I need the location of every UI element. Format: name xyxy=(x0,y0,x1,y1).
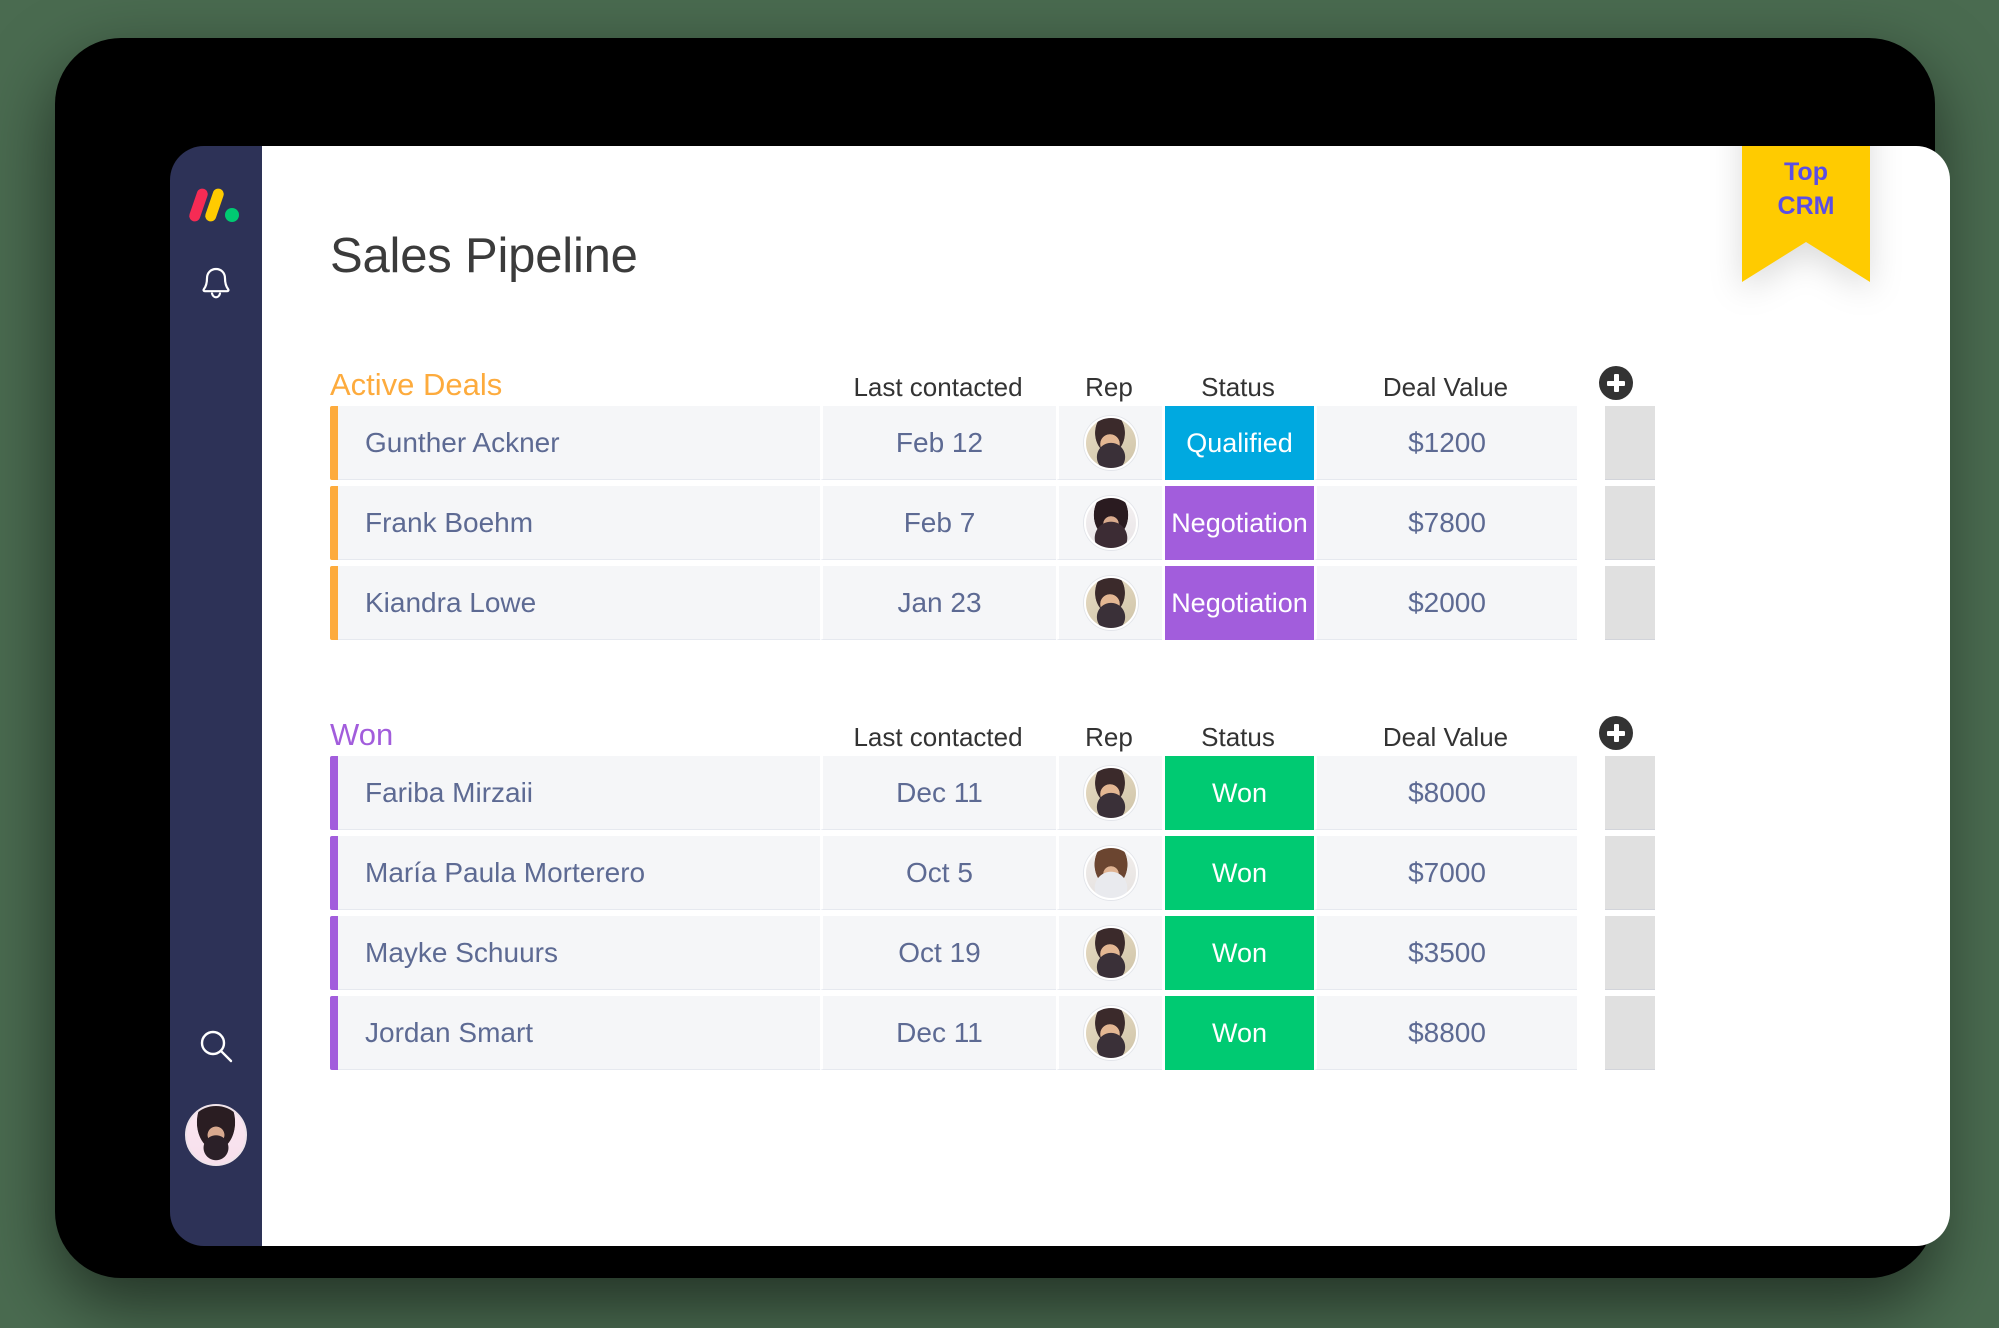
device-frame: 2019 Top CRM Sales Pipeline Active Deals… xyxy=(55,38,1950,1278)
column-header-last-contacted: Last contacted xyxy=(853,372,1023,402)
cell-last-contacted[interactable]: Dec 11 xyxy=(820,996,1056,1070)
row-accent xyxy=(330,916,338,990)
cell-rep[interactable] xyxy=(1056,486,1162,560)
cell-rep[interactable] xyxy=(1056,566,1162,640)
cell-deal-value[interactable]: $1200 xyxy=(1314,406,1577,480)
cell-last-contacted[interactable]: Oct 19 xyxy=(820,916,1056,990)
cell-status[interactable]: Won xyxy=(1162,916,1314,990)
device-screen: 2019 Top CRM Sales Pipeline Active Deals… xyxy=(170,146,1950,1246)
cell-deal-name[interactable]: María Paula Morterero xyxy=(338,836,820,910)
rep-avatar xyxy=(1083,925,1138,980)
table-row[interactable]: Frank Boehm Feb 7 Negotiation $7800 xyxy=(330,486,1888,560)
cell-placeholder[interactable] xyxy=(1605,916,1655,990)
cell-rep[interactable] xyxy=(1056,836,1162,910)
cell-last-contacted[interactable]: Oct 5 xyxy=(820,836,1056,910)
badge-top: Top xyxy=(1784,157,1828,186)
cell-status[interactable]: Negotiation xyxy=(1162,566,1314,640)
cell-deal-name[interactable]: Gunther Ackner xyxy=(338,406,820,480)
rep-avatar xyxy=(1083,495,1138,550)
search-icon[interactable] xyxy=(196,1026,236,1066)
cell-status[interactable]: Won xyxy=(1162,996,1314,1070)
group-header: Active Deals Last contacted Rep Status D… xyxy=(330,354,1888,400)
cell-deal-value[interactable]: $8800 xyxy=(1314,996,1577,1070)
cell-placeholder[interactable] xyxy=(1605,566,1655,640)
group-won: Won Last contacted Rep Status Deal Value… xyxy=(330,704,1888,1070)
cell-last-contacted[interactable]: Feb 12 xyxy=(820,406,1056,480)
cell-placeholder[interactable] xyxy=(1605,996,1655,1070)
bell-icon[interactable] xyxy=(196,264,236,304)
row-accent xyxy=(330,566,338,640)
cell-deal-name[interactable]: Kiandra Lowe xyxy=(338,566,820,640)
cell-rep[interactable] xyxy=(1056,406,1162,480)
table-row[interactable]: María Paula Morterero Oct 5 Won $7000 xyxy=(330,836,1888,910)
cell-deal-name[interactable]: Jordan Smart xyxy=(338,996,820,1070)
cell-last-contacted[interactable]: Feb 7 xyxy=(820,486,1056,560)
cell-deal-name[interactable]: Frank Boehm xyxy=(338,486,820,560)
column-header-last-contacted: Last contacted xyxy=(853,722,1023,752)
table-row[interactable]: Gunther Ackner Feb 12 Qualified $1200 xyxy=(330,406,1888,480)
badge-year: 2019 xyxy=(1742,146,1870,156)
cell-deal-value[interactable]: $2000 xyxy=(1314,566,1577,640)
column-header-deal-value: Deal Value xyxy=(1382,722,1509,752)
add-column-cell xyxy=(1577,366,1655,400)
table-row[interactable]: Jordan Smart Dec 11 Won $8800 xyxy=(330,996,1888,1070)
cell-placeholder[interactable] xyxy=(1605,486,1655,560)
row-accent xyxy=(330,996,338,1070)
cell-status[interactable]: Won xyxy=(1162,756,1314,830)
group-title-won[interactable]: Won xyxy=(330,719,820,750)
monday-logo[interactable] xyxy=(187,187,240,223)
add-column-icon[interactable] xyxy=(1599,716,1633,750)
table-row[interactable]: Fariba Mirzaii Dec 11 Won $8000 xyxy=(330,756,1888,830)
ribbon-text: 2019 Top CRM xyxy=(1742,146,1870,223)
cell-rep[interactable] xyxy=(1056,996,1162,1070)
column-header-deal-value: Deal Value xyxy=(1382,372,1509,402)
column-header-status: Status xyxy=(1201,722,1275,752)
group-active-deals: Active Deals Last contacted Rep Status D… xyxy=(330,354,1888,640)
cell-last-contacted[interactable]: Dec 11 xyxy=(820,756,1056,830)
cell-deal-value[interactable]: $7800 xyxy=(1314,486,1577,560)
row-accent xyxy=(330,756,338,830)
cell-deal-value[interactable]: $3500 xyxy=(1314,916,1577,990)
group-title-active-deals[interactable]: Active Deals xyxy=(330,369,820,400)
cell-placeholder[interactable] xyxy=(1605,756,1655,830)
cell-status[interactable]: Negotiation xyxy=(1162,486,1314,560)
avatar[interactable] xyxy=(185,1104,247,1166)
column-header-rep: Rep xyxy=(1085,372,1133,402)
table-row[interactable]: Mayke Schuurs Oct 19 Won $3500 xyxy=(330,916,1888,990)
cell-placeholder[interactable] xyxy=(1605,836,1655,910)
column-header-rep: Rep xyxy=(1085,722,1133,752)
rep-avatar xyxy=(1083,415,1138,470)
sidebar xyxy=(170,146,262,1246)
column-header-status: Status xyxy=(1201,372,1275,402)
row-accent xyxy=(330,836,338,910)
cell-deal-name[interactable]: Mayke Schuurs xyxy=(338,916,820,990)
add-column-icon[interactable] xyxy=(1599,366,1633,400)
cell-deal-name[interactable]: Fariba Mirzaii xyxy=(338,756,820,830)
row-accent xyxy=(330,486,338,560)
badge-crm: CRM xyxy=(1777,191,1835,220)
page-title: Sales Pipeline xyxy=(330,229,638,283)
group-header: Won Last contacted Rep Status Deal Value xyxy=(330,704,1888,750)
cell-rep[interactable] xyxy=(1056,916,1162,990)
logo-dot-green xyxy=(225,208,239,222)
top-crm-badge: 2019 Top CRM xyxy=(1742,146,1870,282)
cell-status[interactable]: Qualified xyxy=(1162,406,1314,480)
cell-status[interactable]: Won xyxy=(1162,836,1314,910)
add-column-cell xyxy=(1577,716,1655,750)
cell-rep[interactable] xyxy=(1056,756,1162,830)
board-main: 2019 Top CRM Sales Pipeline Active Deals… xyxy=(262,146,1950,1246)
rep-avatar xyxy=(1083,1005,1138,1060)
cell-deal-value[interactable]: $7000 xyxy=(1314,836,1577,910)
rep-avatar xyxy=(1083,765,1138,820)
cell-deal-value[interactable]: $8000 xyxy=(1314,756,1577,830)
row-accent xyxy=(330,406,338,480)
rep-avatar xyxy=(1083,845,1138,900)
cell-last-contacted[interactable]: Jan 23 xyxy=(820,566,1056,640)
rep-avatar xyxy=(1083,575,1138,630)
table-row[interactable]: Kiandra Lowe Jan 23 Negotiation $2000 xyxy=(330,566,1888,640)
cell-placeholder[interactable] xyxy=(1605,406,1655,480)
